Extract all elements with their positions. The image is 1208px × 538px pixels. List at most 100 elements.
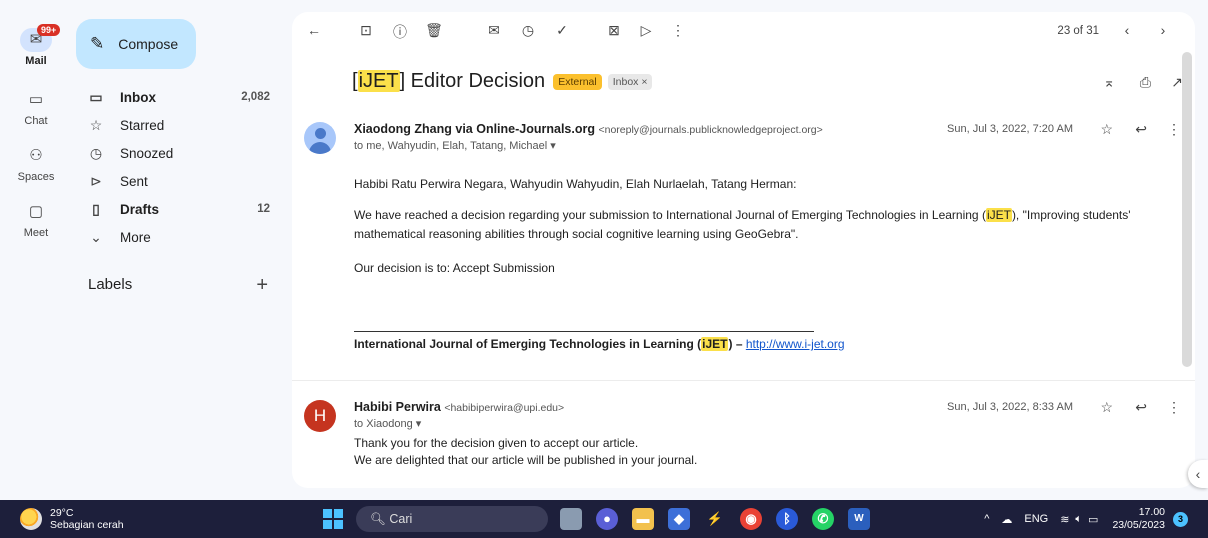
compose-label: Compose (118, 36, 179, 52)
chat-app-icon[interactable]: ● (596, 508, 618, 530)
star-icon[interactable]: ☆ (1100, 399, 1113, 416)
file-explorer-icon[interactable]: ▬ (632, 508, 654, 530)
report-spam-icon[interactable]: ⓘ (390, 22, 410, 42)
paragraph-text: We have reached a decision regarding you… (354, 208, 986, 222)
recipients-dropdown[interactable]: to Xiaodong ▾ (354, 417, 421, 430)
sender-email: <noreply@journals.publicknowledgeproject… (598, 124, 823, 136)
mark-unread-icon[interactable]: ✉ (484, 22, 504, 39)
nav-label: Snoozed (120, 145, 174, 161)
tray-overflow-icon[interactable]: ^ (984, 513, 989, 525)
rail-spaces[interactable]: ⚇ Spaces (0, 144, 72, 183)
nav-label: Inbox (120, 89, 156, 105)
labels-heading: Labels + (88, 274, 278, 296)
notification-badge[interactable]: 3 (1173, 511, 1188, 527)
message-divider (292, 380, 1195, 381)
back-arrow-icon[interactable]: ← (304, 22, 324, 38)
rail-label: Chat (24, 115, 48, 127)
task-view-icon[interactable] (560, 508, 582, 530)
message-view: ← ⊡ ⓘ 🗑︎ ✉ ◷ ✓ ⊠ ▷ ⋮ 23 of 31 ‹ › [iJET]… (292, 12, 1195, 488)
nav-item-sent[interactable]: ⊳ Sent (72, 167, 288, 195)
temperature: 29°C (50, 507, 74, 519)
start-button[interactable] (323, 509, 343, 529)
rail-label: Meet (23, 227, 49, 239)
bluetooth-icon[interactable]: ᛒ (776, 508, 798, 530)
sender-name: Habibi Perwira (354, 400, 441, 414)
draft-icon: ▯ (92, 200, 100, 217)
subject: [iJET] Editor Decision (352, 70, 545, 93)
nav-panel: ✎ Compose ▭ Inbox 2,082 ☆ Starred ◷ Snoo… (72, 0, 288, 500)
inbox-label-chip[interactable]: Inbox × (607, 73, 653, 90)
more-vert-icon[interactable]: ⋮ (1167, 399, 1181, 416)
wifi-icon[interactable]: ≋ (1060, 513, 1069, 526)
message-toolbar: ← ⊡ ⓘ 🗑︎ ✉ ◷ ✓ ⊠ ▷ ⋮ 23 of 31 ‹ › (292, 12, 1195, 52)
journal-link[interactable]: http://www.i-jet.org (746, 337, 845, 351)
rail-meet[interactable]: ▢ Meet (0, 200, 72, 239)
add-task-icon[interactable]: ✓ (552, 22, 572, 39)
nav-item-inbox[interactable]: ▭ Inbox 2,082 (72, 83, 288, 111)
add-label-icon[interactable]: + (256, 274, 268, 297)
print-icon[interactable]: ⎙ (1140, 74, 1151, 91)
message-date: Sun, Jul 3, 2022, 8:33 AM (947, 401, 1073, 413)
send-icon: ⊳ (90, 172, 102, 189)
onedrive-icon[interactable]: ☁ (1001, 513, 1012, 526)
spaces-icon: ⚇ (29, 147, 43, 164)
reply-icon[interactable]: ↩ (1135, 121, 1147, 138)
chat-icon: ▭ (28, 91, 44, 108)
battery-icon[interactable]: ▭ (1088, 513, 1098, 526)
nav-item-more[interactable]: ⌄ More (72, 223, 288, 251)
nav-item-drafts[interactable]: ▯ Drafts 12 (72, 195, 288, 223)
nav-count: 2,082 (241, 91, 270, 103)
nav-label: Drafts (120, 201, 160, 217)
collapse-all-icon[interactable]: ⌅ (1103, 74, 1115, 91)
nav-label: More (120, 229, 151, 245)
system-tray: ^ ☁ ENG ≋ 🔈︎ ▭ 17.00 23/05/2023 3 (984, 500, 1188, 538)
salutation: Habibi Ratu Perwira Negara, Wahyudin Wah… (354, 177, 797, 191)
more-vert-icon[interactable]: ⋮ (668, 22, 688, 39)
pencil-icon: ✎ (90, 34, 105, 53)
delete-icon[interactable]: 🗑︎ (424, 22, 444, 39)
dropbox-icon[interactable]: ◆ (668, 508, 690, 530)
rail-label: Mail (25, 55, 47, 67)
winamp-icon[interactable]: ⚡ (704, 508, 726, 530)
rail-mail[interactable]: ✉ 99+ Mail (0, 24, 72, 67)
volume-icon[interactable]: 🔈︎ (1075, 513, 1082, 526)
compose-button[interactable]: ✎ Compose (76, 19, 196, 69)
taskbar-search[interactable]: 🔍︎ Cari (356, 506, 548, 532)
word-icon[interactable]: W (848, 508, 870, 530)
chrome-icon[interactable]: ◉ (740, 508, 762, 530)
signature-text: International Journal of Emerging Techno… (354, 337, 702, 351)
nav-item-snoozed[interactable]: ◷ Snoozed (72, 139, 288, 167)
reply-icon[interactable]: ↩ (1135, 399, 1147, 416)
sender-name: Xiaodong Zhang via Online-Journals.org (354, 122, 595, 136)
star-icon: ☆ (89, 116, 103, 133)
clock-icon: ◷ (89, 144, 103, 161)
chevron-down-icon: ⌄ (90, 228, 102, 245)
recipients-dropdown[interactable]: to me, Wahyudin, Elah, Tatang, Michael ▾ (354, 139, 556, 152)
nav-label: Starred (120, 117, 165, 133)
gmail-app: ✉ 99+ Mail ▭ Chat ⚇ Spaces ▢ Meet ✎ Comp… (0, 0, 1208, 500)
message-1: Xiaodong Zhang via Online-Journals.org <… (292, 114, 1195, 378)
prev-icon[interactable]: ‹ (1117, 22, 1137, 38)
next-icon[interactable]: › (1153, 22, 1173, 38)
nav-item-starred[interactable]: ☆ Starred (72, 111, 288, 139)
archive-icon[interactable]: ⊡ (356, 22, 376, 39)
scrollbar[interactable] (1182, 52, 1192, 367)
sender-email: <habibiperwira@upi.edu> (444, 402, 565, 414)
reply-line: We are delighted that our article will b… (354, 453, 698, 467)
weather-widget[interactable]: 29°C Sebagian cerah (20, 507, 124, 531)
highlight: iJET (985, 208, 1012, 222)
snooze-icon[interactable]: ◷ (518, 22, 538, 39)
more-vert-icon[interactable]: ⋮ (1167, 121, 1181, 138)
decision-line: Our decision is to: Accept Submission (354, 261, 555, 275)
side-panel-toggle[interactable]: ‹ (1188, 460, 1208, 488)
star-icon[interactable]: ☆ (1100, 121, 1113, 138)
avatar (304, 122, 336, 154)
weather-desc: Sebagian cerah (50, 519, 124, 531)
labels-heading-text: Labels (88, 276, 133, 293)
move-to-icon[interactable]: ⊠ (604, 22, 624, 39)
rail-chat[interactable]: ▭ Chat (0, 88, 72, 127)
clock[interactable]: 17.00 23/05/2023 (1112, 506, 1165, 532)
language-indicator[interactable]: ENG (1024, 513, 1048, 525)
whatsapp-icon[interactable]: ✆ (812, 508, 834, 530)
label-icon[interactable]: ▷ (636, 22, 656, 39)
